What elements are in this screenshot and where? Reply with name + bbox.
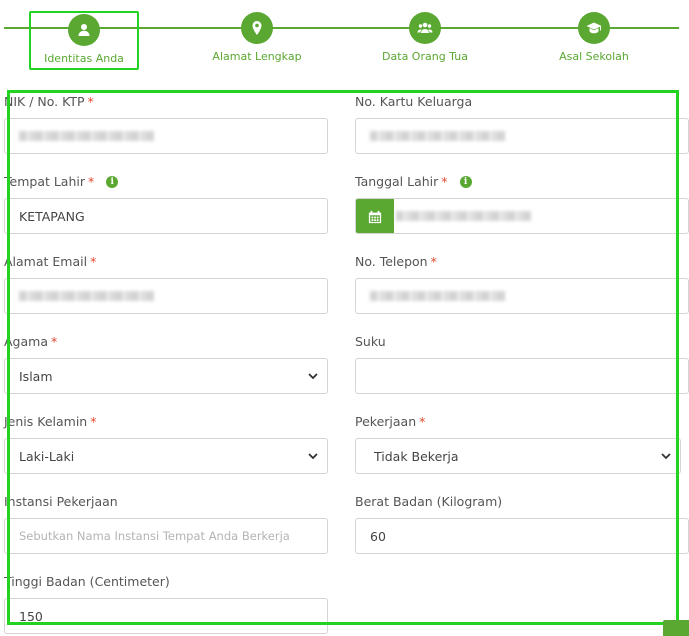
agama-label: Agama — [4, 334, 48, 349]
telepon-label: No. Telepon — [355, 254, 428, 269]
berat-field: Berat Badan (Kilogram) 60 — [355, 492, 689, 554]
info-icon[interactable]: i — [459, 176, 472, 188]
step-label: Data Orang Tua — [382, 50, 468, 63]
step-asal-sekolah[interactable]: Asal Sekolah — [539, 12, 649, 63]
chevron-down-icon — [308, 373, 318, 380]
email-label: Alamat Email — [4, 254, 88, 269]
step-alamat-lengkap[interactable]: Alamat Lengkap — [202, 12, 312, 63]
berat-input[interactable]: 60 — [355, 518, 689, 554]
tanggal-lahir-field: Tanggal Lahir * i — [355, 172, 689, 234]
berat-label: Berat Badan (Kilogram) — [355, 494, 503, 509]
suku-input[interactable] — [355, 358, 689, 394]
redacted-value — [396, 211, 531, 221]
email-field: Alamat Email * — [4, 252, 328, 314]
agama-value: Islam — [19, 368, 53, 384]
info-icon[interactable]: i — [106, 176, 119, 188]
tinggi-field: Tinggi Badan (Centimeter) 150 — [4, 572, 328, 634]
graduation-cap-icon — [578, 12, 610, 44]
step-data-orang-tua[interactable]: Data Orang Tua — [370, 12, 480, 63]
jenis-kelamin-value: Laki-Laki — [19, 448, 75, 464]
required-mark: * — [87, 94, 94, 109]
pekerjaan-label: Pekerjaan — [355, 414, 417, 429]
instansi-label: Instansi Pekerjaan — [4, 494, 118, 509]
redacted-value — [370, 291, 505, 301]
step-identitas-anda[interactable]: Identitas Anda — [29, 11, 139, 70]
step-label: Alamat Lengkap — [212, 50, 302, 63]
tinggi-input[interactable]: 150 — [4, 598, 328, 634]
nik-label: NIK / No. KTP — [4, 94, 85, 109]
tempat-lahir-label: Tempat Lahir — [4, 174, 86, 189]
wizard-steps: Identitas Anda Alamat Lengkap Data Orang… — [0, 0, 689, 80]
email-input[interactable] — [4, 278, 328, 314]
suku-field: Suku — [355, 332, 689, 394]
required-mark: * — [90, 414, 97, 429]
kk-input[interactable] — [355, 118, 689, 154]
agama-field: Agama * Islam — [4, 332, 328, 394]
scroll-button[interactable] — [663, 620, 689, 636]
required-mark: * — [88, 174, 95, 189]
nik-field: NIK / No. KTP * — [4, 92, 328, 154]
agama-select[interactable]: Islam — [4, 358, 328, 394]
telepon-field: No. Telepon * — [355, 252, 689, 314]
required-mark: * — [419, 414, 426, 429]
tinggi-label: Tinggi Badan (Centimeter) — [4, 574, 170, 589]
pekerjaan-value: Tidak Bekerja — [374, 448, 459, 464]
tanggal-lahir-input[interactable] — [355, 198, 689, 234]
step-label: Identitas Anda — [44, 52, 124, 65]
suku-label: Suku — [355, 334, 386, 349]
instansi-input[interactable]: Sebutkan Nama Instansi Tempat Anda Berke… — [4, 518, 328, 554]
tanggal-lahir-label: Tanggal Lahir — [355, 174, 439, 189]
chevron-down-icon — [661, 453, 671, 460]
telepon-input[interactable] — [355, 278, 689, 314]
required-mark: * — [441, 174, 448, 189]
jenis-kelamin-field: Jenis Kelamin * Laki-Laki — [4, 412, 328, 474]
tempat-lahir-input[interactable]: KETAPANG — [4, 198, 328, 234]
step-label: Asal Sekolah — [559, 50, 629, 63]
redacted-value — [370, 131, 505, 141]
group-icon — [409, 12, 441, 44]
required-mark: * — [430, 254, 437, 269]
pekerjaan-select[interactable]: Tidak Bekerja — [355, 438, 681, 474]
kk-label: No. Kartu Keluarga — [355, 94, 473, 109]
instansi-field: Instansi Pekerjaan Sebutkan Nama Instans… — [4, 492, 328, 554]
nik-input[interactable] — [4, 118, 328, 154]
jenis-kelamin-label: Jenis Kelamin — [4, 414, 88, 429]
pekerjaan-field: Pekerjaan * Tidak Bekerja — [355, 412, 681, 474]
user-icon — [68, 14, 100, 46]
tempat-lahir-field: Tempat Lahir * i KETAPANG — [4, 172, 328, 234]
jenis-kelamin-select[interactable]: Laki-Laki — [4, 438, 328, 474]
redacted-value — [19, 131, 154, 141]
required-mark: * — [50, 334, 58, 349]
kk-field: No. Kartu Keluarga — [355, 92, 689, 154]
chevron-down-icon — [308, 453, 318, 460]
redacted-value — [19, 291, 154, 301]
required-mark: * — [90, 254, 97, 269]
map-marker-icon — [241, 12, 273, 44]
calendar-icon[interactable] — [356, 199, 394, 233]
